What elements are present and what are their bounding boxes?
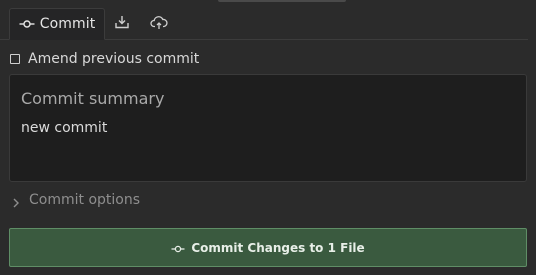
commit-options-toggle[interactable]: Commit options [11, 190, 140, 210]
tab-cloud-sync[interactable] [144, 8, 174, 39]
commit-description[interactable]: new commit [21, 120, 107, 136]
commit-options-label: Commit options [29, 192, 141, 208]
commit-changes-button[interactable]: Commit Changes to 1 File [9, 228, 527, 267]
commit-button-label: Commit Changes to 1 File [191, 240, 365, 255]
tab-commit[interactable]: Commit [9, 8, 105, 40]
amend-label[interactable]: Amend previous commit [28, 51, 199, 67]
commit-icon [19, 19, 35, 29]
amend-checkbox[interactable] [10, 54, 20, 64]
commit-summary-input[interactable] [21, 89, 501, 108]
commit-message-editor[interactable]: new commit [9, 74, 527, 182]
cloud-icon [150, 14, 168, 34]
commit-icon [171, 238, 185, 257]
commit-panel: Commit Amend previous commit Commit summ… [0, 0, 536, 275]
tab-download[interactable] [107, 8, 137, 39]
tab-bar: Commit [0, 0, 528, 40]
amend-row[interactable]: Amend previous commit [10, 50, 199, 68]
tab-commit-label: Commit [39, 16, 96, 32]
download-icon [114, 14, 130, 34]
chevron-right-icon [11, 194, 21, 208]
